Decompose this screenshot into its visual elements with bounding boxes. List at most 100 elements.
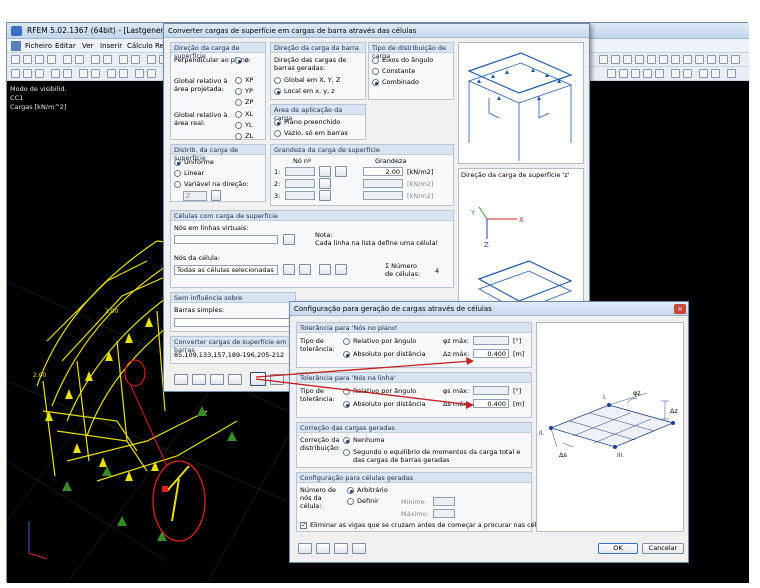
measure-icon[interactable] (671, 55, 680, 64)
light-icon[interactable] (695, 55, 704, 64)
radio-plane-relative[interactable] (343, 338, 350, 345)
axis-icon[interactable] (119, 69, 128, 78)
load-file-icon[interactable] (210, 374, 224, 385)
radio-uniforme[interactable] (174, 159, 181, 166)
ok-button[interactable]: OK (598, 543, 638, 554)
member-icon[interactable] (51, 69, 60, 78)
radio-local-xyz[interactable] (274, 88, 281, 95)
radio-zp[interactable] (235, 99, 242, 106)
radio-plano-preenchido[interactable] (274, 119, 281, 126)
radio-vazio[interactable] (274, 130, 281, 137)
magnitude3-input[interactable] (363, 191, 403, 200)
radio-variavel[interactable] (174, 181, 181, 188)
table-icon[interactable] (147, 55, 156, 64)
results-icon[interactable] (131, 55, 140, 64)
tag-icon[interactable] (711, 69, 720, 78)
eliminate-beams-checkbox[interactable]: ✓ (300, 521, 307, 529)
new-icon[interactable] (11, 55, 20, 64)
magnitude2-input[interactable] (363, 179, 403, 188)
undo-icon[interactable] (91, 55, 100, 64)
save-icon[interactable] (35, 55, 44, 64)
radio-perp-z[interactable] (235, 57, 242, 64)
menu-editar[interactable]: Editar (55, 42, 76, 50)
settings-icon[interactable] (250, 372, 266, 386)
radio-yp[interactable] (235, 88, 242, 95)
line-icon[interactable] (35, 69, 44, 78)
calc-icon[interactable] (119, 55, 128, 64)
top-icon[interactable] (655, 69, 664, 78)
delete-cells-icon[interactable] (299, 264, 311, 275)
radio-correction-none[interactable] (343, 437, 350, 444)
load-icon[interactable] (91, 69, 100, 78)
radio-xp[interactable] (235, 77, 242, 84)
help-icon[interactable] (174, 374, 188, 385)
virtual-nodes-input[interactable] (174, 235, 278, 244)
delete-icon[interactable] (623, 55, 632, 64)
pick-node1b-icon[interactable] (335, 166, 347, 177)
help-icon[interactable] (731, 55, 740, 64)
radio-line-relative[interactable] (343, 388, 350, 395)
radio-arbitrary[interactable] (347, 487, 354, 494)
delta-s-input[interactable]: 0.400 (473, 399, 509, 408)
radio-global-xyz[interactable] (274, 77, 281, 84)
close-icon[interactable]: × (674, 304, 686, 314)
rotate-icon[interactable] (607, 69, 616, 78)
max-input[interactable] (433, 509, 455, 518)
pick-cells-icon[interactable] (283, 264, 295, 275)
phi-s-input[interactable] (473, 386, 509, 395)
phi-z-input[interactable] (473, 336, 509, 345)
persp-icon[interactable] (699, 69, 708, 78)
radio-eixos[interactable] (372, 57, 379, 64)
magnitude1-input[interactable]: 2.00 (363, 167, 403, 176)
select-icon[interactable] (11, 69, 20, 78)
import-cells-icon[interactable] (319, 264, 331, 275)
menu-calculo[interactable]: Cálculo (127, 42, 153, 50)
grid-icon[interactable] (635, 55, 644, 64)
copy-icon[interactable] (63, 55, 72, 64)
menu-ver[interactable]: Ver (82, 42, 93, 50)
cell-selection-dropdown[interactable]: Todas as células selecionadas (174, 265, 278, 275)
filter-icon[interactable] (599, 55, 608, 64)
mesh-icon[interactable] (135, 69, 144, 78)
section-icon[interactable] (611, 55, 620, 64)
node1-input[interactable] (285, 167, 315, 176)
save-file-icon[interactable] (352, 543, 366, 554)
plugin-icon[interactable] (727, 69, 736, 78)
units-icon[interactable] (316, 543, 330, 554)
simple-bars-input[interactable] (174, 318, 292, 327)
menu-ficheiro[interactable]: Ficheiro (25, 42, 52, 50)
ruler-icon[interactable] (707, 55, 716, 64)
solid-icon[interactable] (683, 69, 692, 78)
side-icon[interactable] (643, 69, 652, 78)
radio-combinado[interactable] (372, 79, 379, 86)
radio-xl[interactable] (235, 111, 242, 118)
load-file-icon[interactable] (334, 543, 348, 554)
direction-select[interactable]: Z (183, 191, 207, 201)
node-icon[interactable] (23, 69, 32, 78)
open-icon[interactable] (23, 55, 32, 64)
menu-inserir[interactable]: Inserir (100, 42, 122, 50)
print-icon[interactable] (47, 55, 56, 64)
pick-node3-icon[interactable] (319, 190, 331, 201)
front-icon[interactable] (631, 69, 640, 78)
pick-direction-icon[interactable] (211, 190, 221, 201)
cancel-button[interactable]: Cancelar (642, 543, 684, 554)
radio-zl[interactable] (235, 133, 242, 140)
zoom-icon[interactable] (147, 69, 156, 78)
paste-icon[interactable] (75, 55, 84, 64)
defaults-icon[interactable] (270, 374, 284, 385)
save-file-icon[interactable] (228, 374, 242, 385)
wire-icon[interactable] (671, 69, 680, 78)
support-icon[interactable] (79, 69, 88, 78)
radio-line-absolute[interactable] (343, 401, 350, 408)
render-icon[interactable] (683, 55, 692, 64)
node3-input[interactable] (285, 191, 315, 200)
radio-plane-absolute[interactable] (343, 351, 350, 358)
redo-icon[interactable] (103, 55, 112, 64)
dim-icon[interactable] (659, 55, 668, 64)
help-icon[interactable] (298, 543, 312, 554)
radio-define[interactable] (347, 498, 354, 505)
radio-linear[interactable] (174, 170, 181, 177)
delta-z-input[interactable]: 0.400 (473, 349, 509, 358)
color-icon[interactable] (719, 55, 728, 64)
